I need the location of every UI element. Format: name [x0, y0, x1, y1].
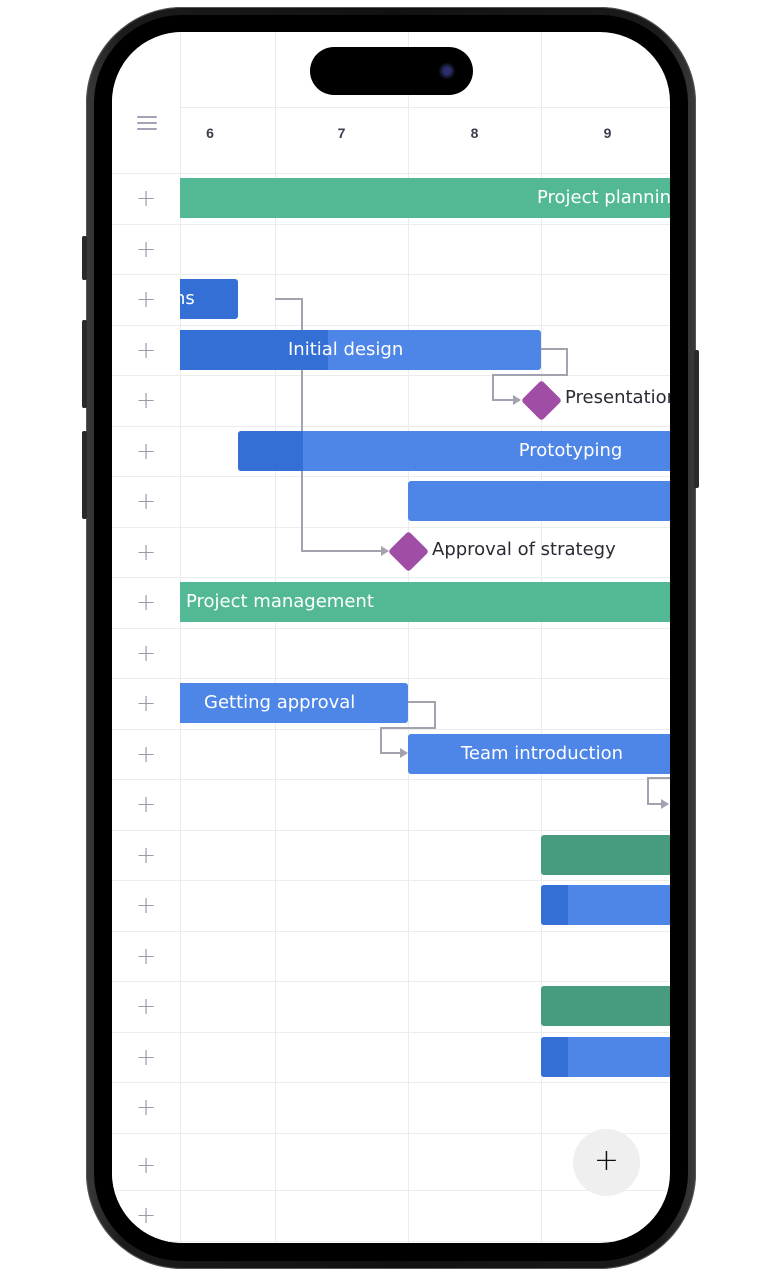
- day-header-6: 6: [206, 125, 214, 141]
- row-divider: [112, 930, 670, 932]
- add-row-plus-icon[interactable]: +: [112, 880, 180, 930]
- add-row-plus-icon[interactable]: +: [112, 931, 180, 981]
- add-row-plus-icon[interactable]: +: [112, 274, 180, 324]
- header-bottom-line: [112, 173, 670, 174]
- task-bar-label: Project planning: [537, 187, 670, 208]
- task-bar-summary-unlabeled-2[interactable]: [541, 986, 670, 1026]
- day-header-9: 9: [603, 125, 612, 141]
- row-divider: [112, 526, 670, 528]
- row-divider: [112, 1132, 670, 1134]
- add-row-plus-icon[interactable]: +: [112, 375, 180, 425]
- phone-volume-down-button: [82, 431, 87, 519]
- task-bar-initial-design[interactable]: Initial design: [180, 329, 541, 370]
- task-bar-task-unlabeled-1[interactable]: [408, 481, 670, 521]
- phone-power-button: [694, 350, 699, 488]
- add-row-plus-icon[interactable]: +: [112, 224, 180, 274]
- task-bar-label: Prototyping: [518, 439, 623, 461]
- task-progress-fill: [237, 430, 304, 471]
- add-row-plus-icon[interactable]: +: [112, 325, 180, 375]
- task-progress-fill: [541, 1036, 568, 1077]
- add-row-plus-icon[interactable]: +: [112, 779, 180, 829]
- row-divider: [112, 678, 670, 679]
- row-divider: [112, 880, 670, 881]
- row-divider: [112, 274, 670, 275]
- row-divider: [112, 324, 670, 326]
- row-divider: [112, 1190, 670, 1191]
- task-bar-team-introduction[interactable]: Team introduction: [408, 733, 670, 774]
- task-bar-task-unlabeled-3[interactable]: [541, 1036, 670, 1077]
- dynamic-island: [310, 47, 473, 95]
- task-bar-project-planning[interactable]: Project planning: [180, 178, 670, 218]
- add-row-plus-icon[interactable]: +: [112, 577, 180, 627]
- row-divider: [112, 1082, 670, 1083]
- task-bar-summary-unlabeled-1[interactable]: [541, 834, 670, 875]
- milestone-label: Approval of strategy: [432, 538, 616, 560]
- add-task-fab-button[interactable]: +: [573, 1129, 640, 1196]
- task-bar-label: Getting approval: [204, 692, 356, 713]
- add-row-plus-icon[interactable]: +: [112, 1190, 180, 1240]
- row-divider: [112, 577, 670, 578]
- add-row-plus-icon[interactable]: +: [112, 426, 180, 476]
- add-row-plus-icon[interactable]: +: [112, 1082, 180, 1132]
- task-bar-prototyping[interactable]: Prototyping: [237, 430, 670, 471]
- add-row-plus-icon[interactable]: +: [112, 476, 180, 526]
- row-divider: [112, 627, 670, 629]
- task-bar-label: Team introduction: [461, 742, 623, 764]
- row-divider: [112, 375, 670, 376]
- add-row-plus-icon[interactable]: +: [112, 981, 180, 1031]
- row-divider: [112, 981, 670, 982]
- task-progress-fill: [541, 885, 568, 925]
- hamburger-menu-icon[interactable]: [137, 116, 157, 130]
- add-row-plus-icon[interactable]: +: [112, 628, 180, 678]
- add-row-plus-icon[interactable]: +: [112, 1140, 180, 1190]
- front-camera-icon: [439, 63, 455, 79]
- task-bar-label: Initial design: [288, 338, 404, 360]
- phone-volume-up-button: [82, 320, 87, 408]
- phone-action-button: [82, 236, 87, 280]
- task-bar-label: Project management: [186, 591, 374, 612]
- milestone-presentation[interactable]: [520, 379, 562, 421]
- task-bar-project-management[interactable]: Project management: [180, 582, 670, 622]
- add-row-plus-icon[interactable]: +: [112, 1032, 180, 1082]
- add-row-plus-icon[interactable]: +: [112, 173, 180, 223]
- add-row-plus-icon[interactable]: +: [112, 678, 180, 728]
- row-divider: [112, 1031, 670, 1033]
- task-bar-getting-approval[interactable]: Getting approval: [180, 683, 408, 723]
- link-team-introduction-to-next: [647, 777, 670, 809]
- row-divider: [112, 223, 670, 225]
- task-bar-task-ns[interactable]: ns: [180, 279, 238, 319]
- add-row-plus-icon[interactable]: +: [112, 729, 180, 779]
- day-header-7: 7: [337, 125, 346, 141]
- add-row-plus-icon[interactable]: +: [112, 830, 180, 880]
- task-bar-task-unlabeled-2[interactable]: [541, 885, 670, 925]
- row-divider: [112, 779, 670, 780]
- add-row-plus-icon[interactable]: +: [112, 527, 180, 577]
- day-header-8: 8: [470, 125, 479, 141]
- row-divider: [112, 476, 670, 477]
- row-divider: [112, 425, 670, 427]
- row-divider: [112, 728, 670, 730]
- app-screen: 6 7 8 9 + + + + + + + + + + + + + + + + + + + + + Project pl…: [112, 32, 670, 1243]
- milestone-approval-of-strategy[interactable]: [387, 531, 429, 573]
- milestone-label: Presentation: [565, 387, 670, 408]
- row-divider: [112, 829, 670, 831]
- row-divider: [112, 1240, 670, 1242]
- task-bar-label: ns: [180, 288, 195, 309]
